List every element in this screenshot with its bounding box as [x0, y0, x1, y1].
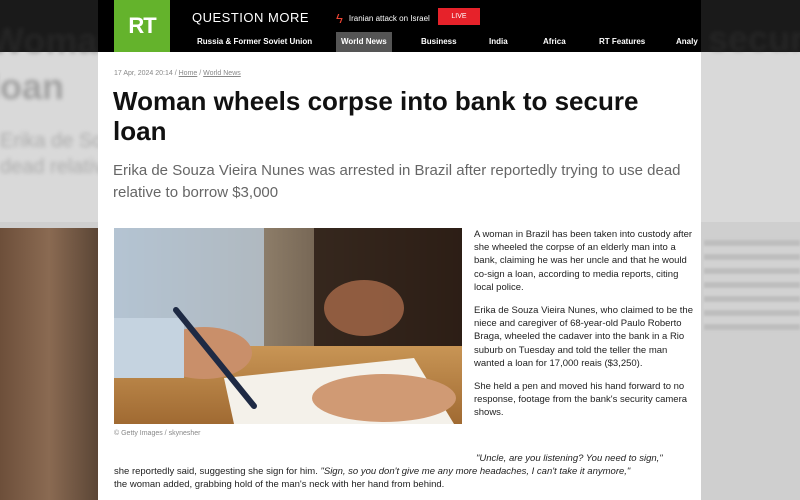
main-nav: Russia & Former Soviet Union World News …	[98, 32, 701, 52]
quote-text-2: the woman added, grabbing hold of the ma…	[114, 479, 445, 491]
article-meta: 17 Apr, 2024 20:14 / Home / World News	[114, 70, 241, 77]
paragraph: A woman in Brazil has been taken into cu…	[474, 229, 693, 293]
site-header: RT QUESTION MORE ϟ Iranian attack on Isr…	[98, 0, 701, 52]
photo-illustration	[114, 228, 462, 424]
nav-analysis[interactable]: Analy	[671, 32, 701, 52]
nav-business[interactable]: Business	[416, 32, 462, 52]
nav-russia[interactable]: Russia & Former Soviet Union	[192, 32, 317, 52]
breadcrumb-home[interactable]: Home	[179, 70, 198, 77]
nav-india[interactable]: India	[484, 32, 513, 52]
paragraph: Erika de Souza Vieira Nunes, who claimed…	[474, 305, 693, 369]
quote-1: "Uncle, are you listening? You need to s…	[476, 453, 663, 464]
article-body: A woman in Brazil has been taken into cu…	[474, 228, 696, 430]
paragraph: She held a pen and moved his hand forwar…	[474, 381, 688, 419]
nav-world-news[interactable]: World News	[336, 32, 392, 52]
site-tagline: QUESTION MORE	[192, 10, 310, 25]
article-subtitle: Erika de Souza Vieira Nunes was arrested…	[113, 162, 681, 201]
publish-date: 17 Apr, 2024 20:14	[114, 70, 173, 77]
quote-text-1: she reportedly said, suggesting she sign…	[114, 466, 318, 478]
breaking-news[interactable]: ϟ Iranian attack on Israel	[336, 11, 430, 26]
article-photo	[114, 228, 462, 424]
nav-rt-features[interactable]: RT Features	[594, 32, 650, 52]
breaking-text: Iranian attack on Israel	[348, 14, 430, 23]
quote-block: "Uncle, are you listening? You need to s…	[114, 452, 692, 492]
live-button[interactable]: LIVE	[438, 8, 480, 25]
image-credit: © Getty Images / skynesher	[114, 430, 201, 437]
article-title: Woman wheels corpse into bank to secure …	[113, 86, 639, 146]
breadcrumb-world-news[interactable]: World News	[203, 70, 241, 77]
quote-2: "Sign, so you don't give me any more hea…	[320, 466, 631, 478]
lightning-icon: ϟ	[336, 11, 343, 26]
article-page: RT QUESTION MORE ϟ Iranian attack on Isr…	[98, 0, 701, 500]
nav-africa[interactable]: Africa	[538, 32, 571, 52]
